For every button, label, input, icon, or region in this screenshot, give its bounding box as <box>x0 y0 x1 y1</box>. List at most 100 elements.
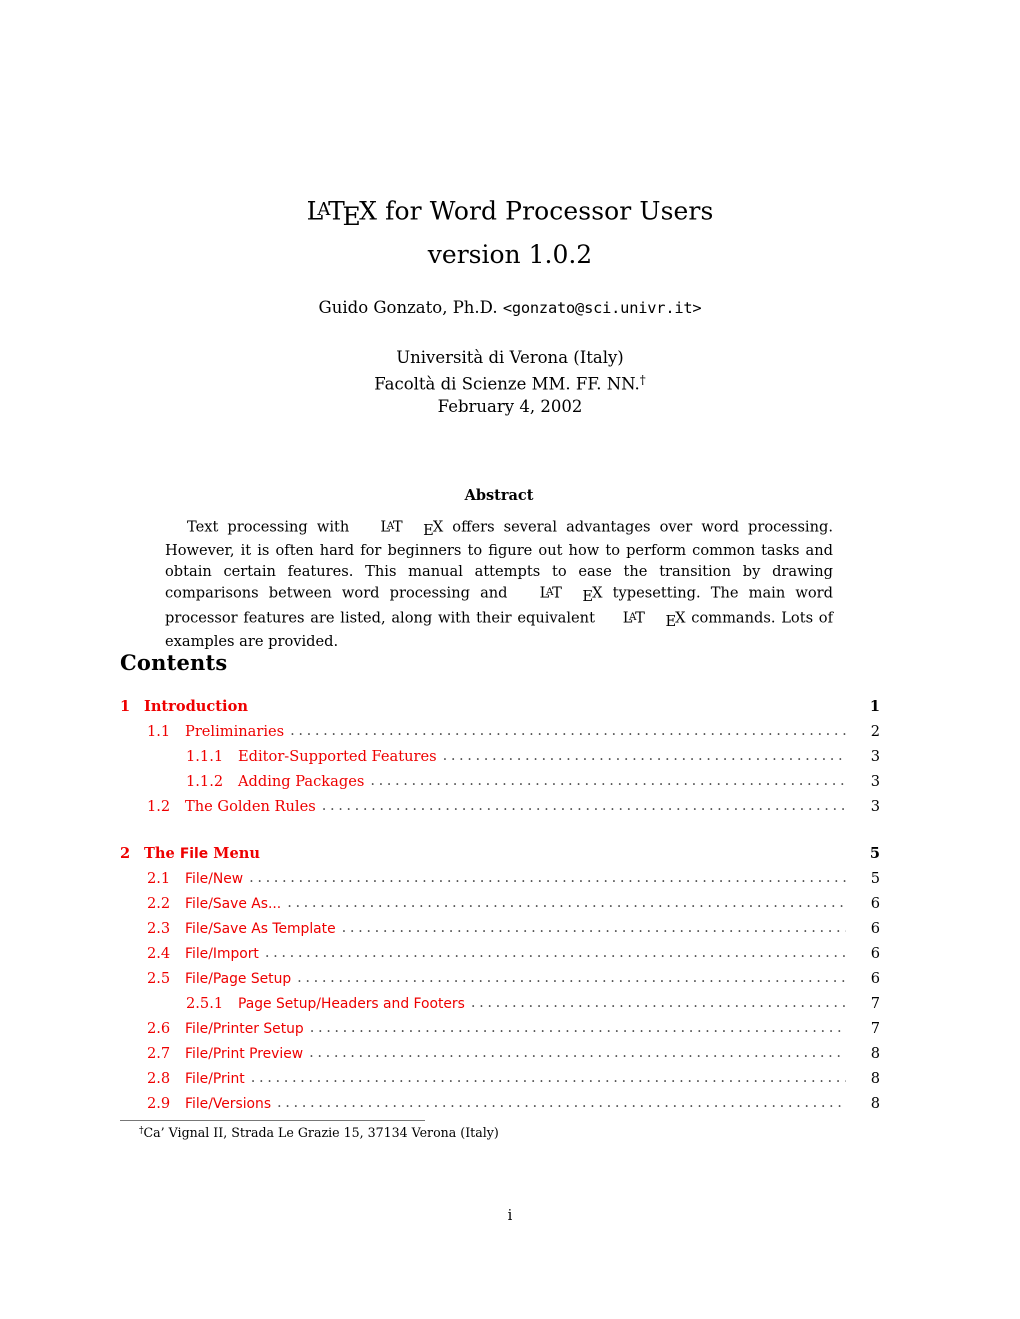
latex-logo-e: E <box>665 612 677 630</box>
contents-heading: Contents <box>120 650 228 675</box>
toc-entry[interactable]: 2.7 File/Print Preview...................… <box>120 1044 880 1070</box>
toc-entry-number: 2.7 <box>147 1045 171 1062</box>
toc-entry-label[interactable]: File/Versions <box>185 1096 277 1112</box>
toc-entry-page: 3 <box>870 773 880 790</box>
toc-entry-page: 7 <box>870 1020 880 1037</box>
toc-entry-label[interactable]: Preliminaries <box>185 723 290 740</box>
abstract-part-1: Text processing with <box>187 518 359 536</box>
latex-logo-a: A <box>628 611 637 624</box>
footnote-rule <box>120 1120 425 1121</box>
toc-leader-dots: ........................................… <box>309 1044 846 1061</box>
page-number: i <box>507 1207 513 1224</box>
latex-logo-e: E <box>423 521 434 539</box>
toc-entry-label[interactable]: Page Setup/Headers and Footers <box>238 996 471 1012</box>
toc-entry-page: 3 <box>870 748 880 765</box>
toc-entry-number: 2.4 <box>147 945 171 962</box>
toc-entry-label[interactable]: File/New <box>185 871 249 887</box>
toc-entry-page: 5 <box>870 870 880 887</box>
toc-entry-number: 2.3 <box>147 920 171 937</box>
toc-entry-label[interactable]: File/Print Preview <box>185 1046 309 1062</box>
toc-entry-label[interactable]: File/Import <box>185 946 265 962</box>
toc-entry-number: 2.5.1 <box>186 995 224 1012</box>
latex-logo: LATEX <box>358 516 443 541</box>
toc-entry[interactable]: 2.2 File/Save As.........................… <box>120 894 880 920</box>
toc-entry[interactable]: 2.8 File/Print...........................… <box>120 1069 880 1095</box>
toc-entry[interactable]: 2.3 File/Save As Template................… <box>120 919 880 945</box>
latex-logo-x: X <box>359 196 378 226</box>
toc-entry-page: 6 <box>870 970 880 987</box>
toc-entry[interactable]: 2.4 File/Import..........................… <box>120 944 880 970</box>
toc-entry[interactable]: 1.1.2 Adding Packages....................… <box>120 772 880 798</box>
toc-entry-number: 2 <box>120 845 131 862</box>
document-page: LATEX for Word Processor Users version 1… <box>0 0 1020 1319</box>
toc-entry-label[interactable]: The Golden Rules <box>185 798 322 815</box>
toc-entry-page: 6 <box>870 945 880 962</box>
toc-entry-label[interactable]: Introduction <box>144 698 254 715</box>
toc-entry-label[interactable]: File/Print <box>185 1071 251 1087</box>
toc-leader-dots: ........................................… <box>297 969 846 986</box>
toc-entry-page: 2 <box>870 723 880 740</box>
toc-entry-label[interactable]: File/Save As... <box>185 896 287 912</box>
toc-entry-number: 2.1 <box>147 870 171 887</box>
toc-entry[interactable]: 2.6 File/Printer Setup...................… <box>120 1019 880 1045</box>
title-block: LATEX for Word Processor Users version 1… <box>120 192 900 273</box>
latex-logo: LATEX <box>518 582 603 607</box>
toc-entry-page: 8 <box>870 1045 880 1062</box>
toc-entry-label[interactable]: File/Printer Setup <box>185 1021 310 1037</box>
toc-entry-page: 6 <box>870 895 880 912</box>
toc-leader-dots: ........................................… <box>249 869 846 886</box>
toc-entry-label[interactable]: File/Page Setup <box>185 971 297 987</box>
toc-leader-dots: ........................................… <box>321 797 846 814</box>
toc-leader-dots: ........................................… <box>442 747 846 764</box>
toc-entry[interactable]: 2.1 File/New.............................… <box>120 869 880 895</box>
toc-entry-number: 1.1.1 <box>186 748 224 765</box>
toc-leader-dots: ........................................… <box>470 994 846 1011</box>
affiliation-faculty: Facoltà di Scienze MM. FF. NN.† <box>120 369 900 395</box>
footnote: †Ca’ Vignal II, Strada Le Grazie 15, 371… <box>139 1125 499 1140</box>
abstract-heading: Abstract <box>464 487 534 504</box>
dagger-marker-icon[interactable]: † <box>640 373 646 387</box>
toc-entry-page: 3 <box>870 798 880 815</box>
toc-entry-page: 7 <box>870 995 880 1012</box>
toc-entry[interactable]: 1.1 Preliminaries........................… <box>120 722 880 748</box>
toc-entry-label[interactable]: The File Menu <box>144 845 266 862</box>
toc-leader-dots: ........................................… <box>250 1069 846 1086</box>
toc-entry-number: 1.2 <box>147 798 171 815</box>
toc-leader-dots: ........................................… <box>290 722 846 739</box>
affiliation-university: Università di Verona (Italy) <box>396 348 624 367</box>
toc-leader-dots: ........................................… <box>264 944 846 961</box>
toc-entry-label[interactable]: Editor-Supported Features <box>238 748 443 765</box>
toc-leader-dots: ........................................… <box>277 1094 846 1111</box>
doc-version: version 1.0.2 <box>427 239 593 269</box>
page-title: LATEX for Word Processor Users <box>120 192 900 235</box>
toc-entry[interactable]: 2The File Menu..........................… <box>120 845 880 870</box>
affiliation-block: Università di Verona (Italy) Facoltà di … <box>120 346 900 418</box>
toc-leader-dots: ........................................… <box>309 1019 846 1036</box>
abstract-body: Text processing with LAT EX offers severa… <box>165 516 833 653</box>
latex-logo: LATEX <box>307 192 377 235</box>
toc-entry-number: 2.9 <box>147 1095 171 1112</box>
toc-entry-page: 8 <box>870 1070 880 1087</box>
toc-entry-number: 2.8 <box>147 1070 171 1087</box>
toc-entry-label[interactable]: File/Save As Template <box>185 921 342 937</box>
toc-entry-page: 5 <box>869 845 880 862</box>
toc-entry[interactable]: 2.5 File/Page Setup......................… <box>120 969 880 995</box>
toc-entry-page: 6 <box>870 920 880 937</box>
toc-entry[interactable]: 2.9 File/Versions........................… <box>120 1094 880 1120</box>
toc-entry[interactable]: 1.2 The Golden Rules.....................… <box>120 797 880 823</box>
toc-leader-dots: ........................................… <box>287 894 846 911</box>
title-rest: for Word Processor Users <box>377 196 714 226</box>
toc-entry-number: 2.6 <box>147 1020 171 1037</box>
toc-entry-number: 1 <box>120 698 131 715</box>
toc-leader-dots: ........................................… <box>370 772 846 789</box>
author-email[interactable]: <gonzato@sci.univr.it> <box>503 299 702 317</box>
toc-entry-label-emphasis: File <box>179 846 209 862</box>
toc-entry-number: 2.2 <box>147 895 171 912</box>
toc-entry[interactable]: 1.1.1 Editor-Supported Features..........… <box>120 747 880 773</box>
author-line: Guido Gonzato, Ph.D. <gonzato@sci.univr.… <box>120 298 900 317</box>
toc-entry-label[interactable]: Adding Packages <box>238 773 370 790</box>
author-name: Guido Gonzato, Ph.D. <box>318 298 503 317</box>
toc-entry[interactable]: 1Introduction...........................… <box>120 698 880 723</box>
affiliation-faculty-text: Facoltà di Scienze MM. FF. NN. <box>374 374 640 394</box>
toc-entry[interactable]: 2.5.1 Page Setup/Headers and Footers.....… <box>120 994 880 1020</box>
